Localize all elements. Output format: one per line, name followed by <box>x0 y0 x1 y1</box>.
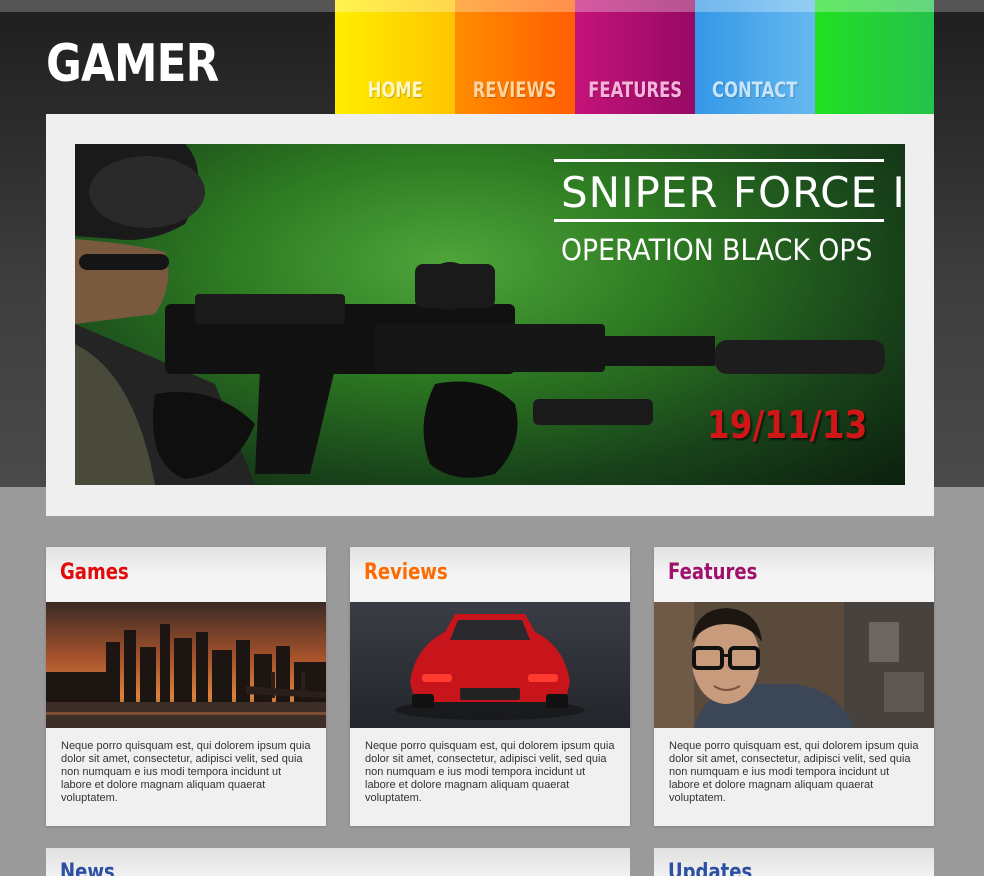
hero-frame: SNIPER FORCE III OPERATION BLACK OPS 19/… <box>46 114 934 516</box>
news-section: News <box>46 848 630 876</box>
card-body-text: Neque porro quisquam est, qui dolorem ip… <box>669 740 919 804</box>
hero-rule-top <box>554 159 884 162</box>
nav-item-reviews[interactable]: REVIEWS <box>455 0 575 114</box>
card-image-portrait[interactable] <box>654 602 934 728</box>
nav-item-contact[interactable]: CONTACT <box>695 0 815 114</box>
main-nav: HOME REVIEWS FEATURES CONTACT <box>335 0 934 114</box>
updates-section: Updates <box>654 848 934 876</box>
hero-title: SNIPER FORCE III <box>561 168 905 217</box>
card-features: Features Neque porro quisquam est, qui d… <box>654 547 934 826</box>
updates-title[interactable]: Updates <box>668 860 752 876</box>
hero-rule-bottom <box>554 219 884 222</box>
nav-item-label: REVIEWS <box>473 78 557 102</box>
hero-banner[interactable]: SNIPER FORCE III OPERATION BLACK OPS 19/… <box>75 144 905 485</box>
card-title[interactable]: Games <box>60 560 129 585</box>
card-reviews: Reviews Neque porro quisquam est, qui do… <box>350 547 630 826</box>
hero-subtitle: OPERATION BLACK OPS <box>561 233 873 267</box>
news-title[interactable]: News <box>60 860 115 876</box>
nav-item-label: FEATURES <box>588 78 682 102</box>
card-header: Reviews <box>350 547 630 602</box>
nav-item-label: HOME <box>367 78 423 102</box>
card-image-city[interactable] <box>46 602 326 728</box>
card-header: Features <box>654 547 934 602</box>
card-image-car[interactable] <box>350 602 630 728</box>
card-games: Games Neque porro quisquam est, qui dolo… <box>46 547 326 826</box>
nav-item-label: CONTACT <box>712 78 798 102</box>
card-body-text: Neque porro quisquam est, qui dolorem ip… <box>61 740 311 804</box>
site-logo[interactable]: GAMER <box>46 34 219 94</box>
card-header: Games <box>46 547 326 602</box>
nav-color-block <box>815 0 934 114</box>
nav-item-features[interactable]: FEATURES <box>575 0 695 114</box>
card-body-text: Neque porro quisquam est, qui dolorem ip… <box>365 740 615 804</box>
nav-item-home[interactable]: HOME <box>335 0 455 114</box>
card-title[interactable]: Features <box>668 560 757 585</box>
card-title[interactable]: Reviews <box>364 560 448 585</box>
hero-release-date: 19/11/13 <box>707 403 868 447</box>
